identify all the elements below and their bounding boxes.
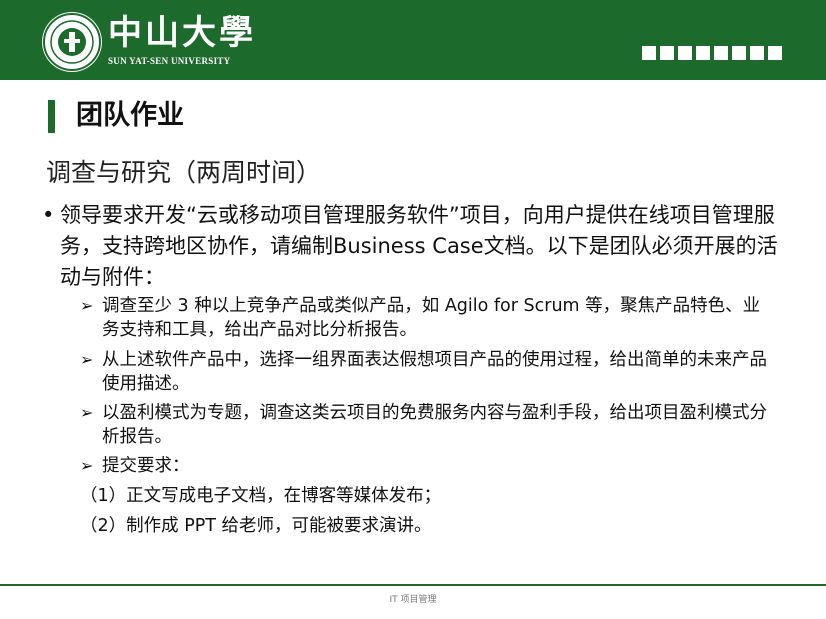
arrow-bullet-icon: ➢ — [80, 403, 94, 422]
slide-title: 团队作业 — [76, 100, 184, 131]
square-icon — [696, 46, 710, 60]
sub-item: ➢ 从上述软件产品中，选择一组界面表达假想项目产品的使用过程，给出简单的未来产品… — [80, 348, 770, 396]
sub-item: ➢ 调查至少 3 种以上竞争产品或类似产品，如 Agilo for Scrum … — [80, 294, 770, 342]
square-icon — [732, 46, 746, 60]
university-name-english: SUN YAT-SEN UNIVERSITY — [108, 56, 231, 66]
main-bullet-text: 领导要求开发“云或移动项目管理服务软件”项目，向用户提供在线项目管理服务，支持跨… — [60, 203, 778, 289]
arrow-bullet-icon: ➢ — [80, 350, 94, 369]
square-icon — [714, 46, 728, 60]
sub-item-text: 以盈利模式为专题，调查这类云项目的免费服务内容与盈利手段，给出项目盈利模式分析报… — [102, 403, 767, 447]
slide: 中山大學 SUN YAT-SEN UNIVERSITY 团队作业 调查与研究（两… — [0, 0, 826, 619]
sub-item-text: 从上述软件产品中，选择一组界面表达假想项目产品的使用过程，给出简单的未来产品使用… — [102, 350, 767, 394]
bullet-dot-icon: • — [42, 203, 55, 227]
square-icon — [660, 46, 674, 60]
requirement-line: （2）制作成 PPT 给老师，可能被要求演讲。 — [80, 516, 432, 536]
square-icon — [642, 46, 656, 60]
university-seal-icon — [42, 12, 102, 72]
title-accent-bar — [48, 100, 55, 133]
decorative-squares — [638, 46, 782, 60]
square-icon — [750, 46, 764, 60]
slide-subtitle: 调查与研究（两周时间） — [46, 158, 322, 187]
requirement-line: （1）正文写成电子文档，在博客等媒体发布； — [80, 486, 442, 506]
sub-item-text: 调查至少 3 种以上竞争产品或类似产品，如 Agilo for Scrum 等，… — [102, 296, 761, 340]
university-name: 中山大學 — [108, 13, 256, 53]
square-icon — [678, 46, 692, 60]
square-icon — [768, 46, 782, 60]
footer-divider — [0, 584, 826, 586]
header-bar: 中山大學 SUN YAT-SEN UNIVERSITY — [0, 0, 826, 80]
arrow-bullet-icon: ➢ — [80, 456, 94, 475]
sub-item: ➢ 提交要求： — [80, 454, 770, 478]
footer-text: IT 项目管理 — [389, 595, 437, 605]
sub-item: ➢ 以盈利模式为专题，调查这类云项目的免费服务内容与盈利手段，给出项目盈利模式分… — [80, 401, 770, 449]
arrow-bullet-icon: ➢ — [80, 296, 94, 315]
sub-item-text: 提交要求： — [102, 456, 190, 476]
main-bullet: • 领导要求开发“云或移动项目管理服务软件”项目，向用户提供在线项目管理服务，支… — [42, 200, 782, 293]
